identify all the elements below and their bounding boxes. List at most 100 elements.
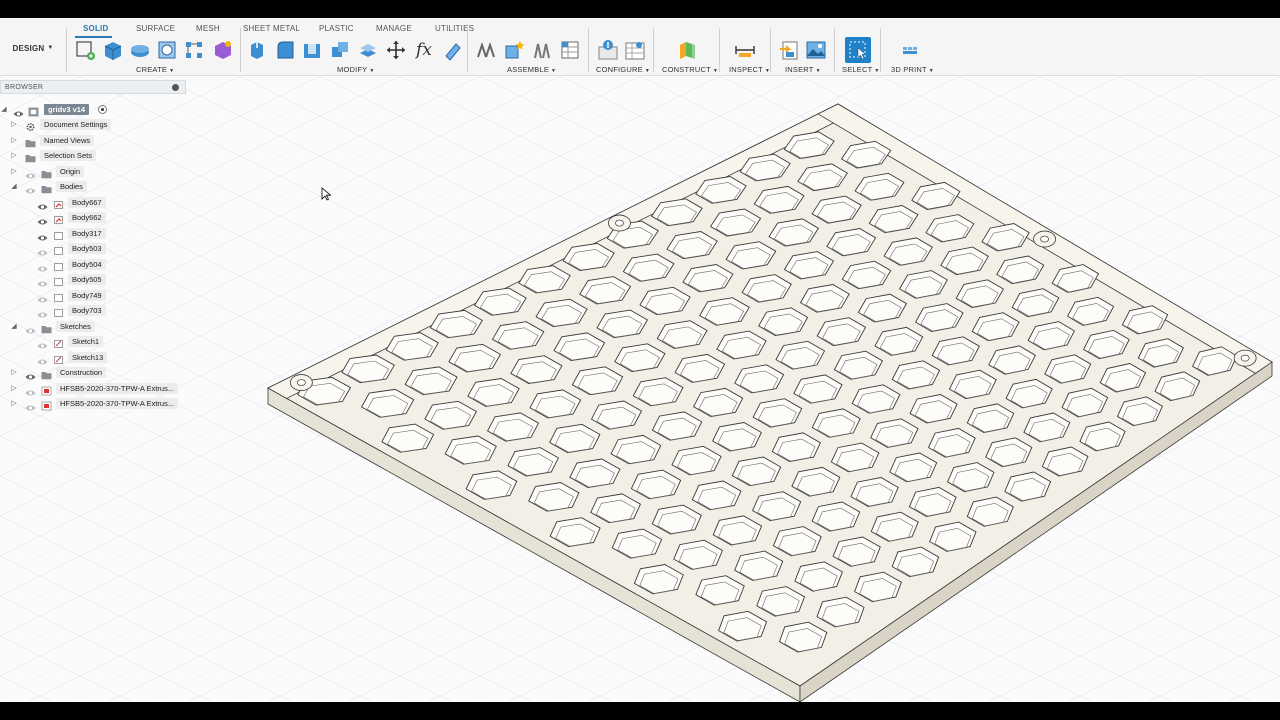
image-icon <box>806 41 826 59</box>
visibility-eye-icon[interactable] <box>37 275 48 287</box>
browser-row-body662[interactable]: Body662 <box>0 210 186 225</box>
extrude-button[interactable] <box>100 38 124 62</box>
visibility-eye-icon[interactable] <box>37 198 48 210</box>
visibility-eye-icon[interactable] <box>13 105 24 117</box>
tab-utilities[interactable]: UTILITIES <box>435 24 474 33</box>
create-menu[interactable]: CREATE ▼ <box>136 65 174 74</box>
visibility-eye-icon[interactable] <box>37 244 48 256</box>
browser-row-sketch1[interactable]: Sketch1 <box>0 334 186 349</box>
browser-row-origin[interactable]: ▷ Origin <box>0 164 186 179</box>
pattern-button[interactable] <box>182 38 206 62</box>
press-pull-button[interactable] <box>245 38 269 62</box>
browser-row-document-settings[interactable]: ▷ Document Settings <box>0 117 186 132</box>
visibility-eye-icon[interactable] <box>25 384 36 396</box>
browser-row-selection-sets[interactable]: ▷ Selection Sets <box>0 148 186 163</box>
new-component-button[interactable] <box>474 38 498 62</box>
select-button[interactable] <box>845 37 871 63</box>
collapsed-caret-icon[interactable]: ▷ <box>10 135 18 145</box>
expanded-caret-icon[interactable]: ◢ <box>10 181 18 191</box>
browser-row-construction[interactable]: ▷ Construction <box>0 365 186 380</box>
change-parameters-button[interactable]: fx <box>412 38 436 62</box>
shell-button[interactable] <box>300 38 324 62</box>
visibility-eye-icon[interactable] <box>25 399 36 411</box>
browser-row-hfsb5-2020-370-tpw-a-extrus[interactable]: ▷ HFSB5-2020-370-TPW-A Extrus... <box>0 396 186 411</box>
browser-item-label: Construction <box>56 367 107 378</box>
collapse-panel-icon[interactable] <box>172 84 179 91</box>
browser-row-body317[interactable]: Body317 <box>0 226 186 241</box>
configure-menu[interactable]: CONFIGURE ▼ <box>596 65 650 74</box>
as-built-joint-button[interactable] <box>530 38 554 62</box>
insert-menu[interactable]: INSERT ▼ <box>785 65 821 74</box>
browser-header[interactable]: BROWSER <box>0 80 186 94</box>
joint-origin-button[interactable] <box>558 38 582 62</box>
browser-row-body503[interactable]: Body503 <box>0 241 186 256</box>
revolve-button[interactable] <box>128 38 152 62</box>
browser-row-sketches[interactable]: ◢ Sketches <box>0 319 186 334</box>
visibility-eye-icon[interactable] <box>37 291 48 303</box>
form-button[interactable] <box>210 38 234 62</box>
tab-sheet-metal[interactable]: SHEET METAL <box>243 24 300 33</box>
tab-manage[interactable]: MANAGE <box>376 24 412 33</box>
browser-row-body667[interactable]: Body667 <box>0 195 186 210</box>
visibility-eye-icon[interactable] <box>37 229 48 241</box>
print3d-button[interactable] <box>898 38 922 62</box>
folder-icon <box>41 181 52 194</box>
browser-row-named-views[interactable]: ▷ Named Views <box>0 133 186 148</box>
hole-button[interactable] <box>155 38 179 62</box>
collapsed-caret-icon[interactable]: ▷ <box>10 383 18 393</box>
browser-row-body505[interactable]: Body505 <box>0 272 186 287</box>
offset-plane-button[interactable] <box>675 38 699 62</box>
collapsed-caret-icon[interactable]: ▷ <box>10 367 18 377</box>
visibility-eye-icon[interactable] <box>37 353 48 365</box>
print3d-menu[interactable]: 3D PRINT ▼ <box>891 65 934 74</box>
offset-face-button[interactable] <box>356 38 380 62</box>
configure-table-button[interactable] <box>623 38 647 62</box>
collapsed-caret-icon[interactable]: ▷ <box>10 150 18 160</box>
browser-row-gridv3-v14[interactable]: ◢ gridv3 v14 <box>0 102 186 117</box>
inspect-menu[interactable]: INSPECT ▼ <box>729 65 770 74</box>
workspace-switcher[interactable]: DESIGN ▼ <box>4 30 62 66</box>
browser-row-bodies[interactable]: ◢ Bodies <box>0 179 186 194</box>
insert-canvas-button[interactable] <box>804 38 828 62</box>
physical-material-button[interactable] <box>440 38 464 62</box>
collapsed-caret-icon[interactable]: ▷ <box>10 119 18 129</box>
configure-button[interactable] <box>596 38 620 62</box>
form-cube-icon <box>215 41 231 59</box>
insert-derive-button[interactable] <box>777 38 801 62</box>
collapsed-caret-icon[interactable]: ▷ <box>10 166 18 176</box>
expanded-caret-icon[interactable]: ◢ <box>10 321 18 331</box>
collapsed-caret-icon[interactable]: ▷ <box>10 398 18 408</box>
joint-button[interactable] <box>502 38 526 62</box>
visibility-eye-icon[interactable] <box>25 368 36 380</box>
measure-button[interactable] <box>733 38 757 62</box>
assemble-menu[interactable]: ASSEMBLE ▼ <box>507 65 556 74</box>
browser-row-hfsb5-2020-370-tpw-a-extrus[interactable]: ▷ HFSB5-2020-370-TPW-A Extrus... <box>0 381 186 396</box>
move-copy-button[interactable] <box>384 38 408 62</box>
modify-menu[interactable]: MODIFY ▼ <box>337 65 375 74</box>
visibility-eye-icon[interactable] <box>25 322 36 334</box>
tab-surface[interactable]: SURFACE <box>136 24 175 33</box>
tab-mesh[interactable]: MESH <box>196 24 220 33</box>
visibility-eye-icon[interactable] <box>37 306 48 318</box>
construct-menu[interactable]: CONSTRUCT ▼ <box>662 65 718 74</box>
expanded-caret-icon[interactable]: ◢ <box>0 104 8 114</box>
browser-row-sketch13[interactable]: Sketch13 <box>0 350 186 365</box>
active-version-radio-icon[interactable] <box>98 105 107 114</box>
model-canvas[interactable] <box>0 76 1280 702</box>
combine-button[interactable] <box>328 38 352 62</box>
select-menu[interactable]: SELECT ▼ <box>842 65 880 74</box>
visibility-eye-icon[interactable] <box>37 213 48 225</box>
browser-row-body749[interactable]: Body749 <box>0 288 186 303</box>
browser-row-body703[interactable]: Body703 <box>0 303 186 318</box>
visibility-eye-icon[interactable] <box>25 182 36 194</box>
visibility-eye-icon[interactable] <box>37 337 48 349</box>
visibility-eye-icon[interactable] <box>37 260 48 272</box>
fillet-button[interactable] <box>273 38 297 62</box>
tab-solid[interactable]: SOLID <box>83 24 108 33</box>
browser-row-body504[interactable]: Body504 <box>0 257 186 272</box>
visibility-eye-icon[interactable] <box>25 167 36 179</box>
create-sketch-button[interactable] <box>73 38 97 62</box>
screen-frame: DESIGN ▼ SOLID SURFACE MESH SHEET METAL P… <box>0 0 1280 720</box>
tab-plastic[interactable]: PLASTIC <box>319 24 354 33</box>
canvas-viewport[interactable] <box>0 76 1280 702</box>
